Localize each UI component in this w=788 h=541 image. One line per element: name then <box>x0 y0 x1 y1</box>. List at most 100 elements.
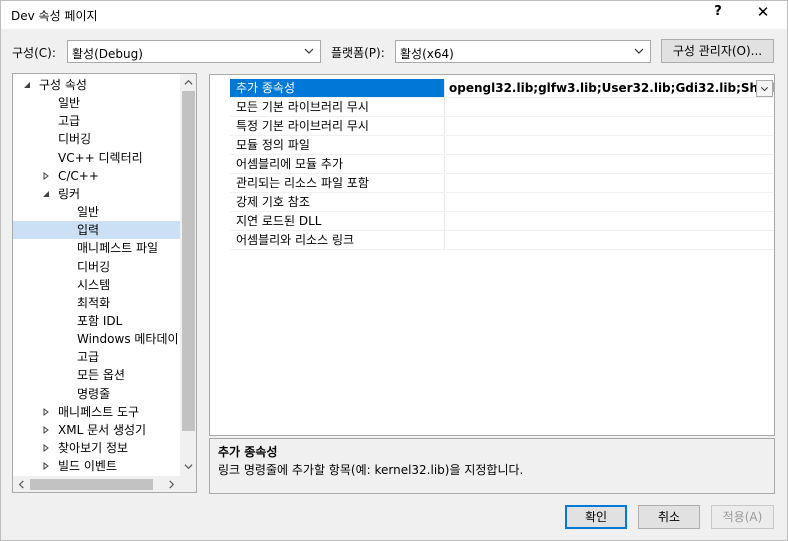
tree-item[interactable]: 고급 <box>13 112 180 130</box>
property-value[interactable] <box>446 136 774 155</box>
tree-item-label: 디버깅 <box>58 132 92 147</box>
scroll-up-icon[interactable] <box>184 78 193 87</box>
tree-item[interactable]: 링커 <box>13 185 180 203</box>
apply-button[interactable]: 적용(A) <box>711 505 774 529</box>
tree-item[interactable]: 명령줄 <box>13 385 180 403</box>
tree-vertical-scrollbar[interactable] <box>180 74 196 476</box>
row-gutter <box>210 212 230 231</box>
scroll-down-icon[interactable] <box>184 462 193 471</box>
property-value[interactable] <box>446 212 774 231</box>
property-name[interactable]: 추가 종속성 <box>230 79 445 98</box>
property-name[interactable]: 모듈 정의 파일 <box>230 136 445 155</box>
tree-item[interactable]: 일반 <box>13 94 180 112</box>
tree-item[interactable]: 고급 <box>13 348 180 366</box>
tree-item-label: 모든 옵션 <box>77 368 125 383</box>
tree-item-label: 고급 <box>58 114 81 129</box>
config-value: 활성(Debug) <box>72 47 143 61</box>
collapsed-arrow-icon[interactable] <box>42 171 50 180</box>
cancel-button[interactable]: 취소 <box>638 505 700 529</box>
tree-item-label: 포함 IDL <box>77 313 123 328</box>
tree-item[interactable]: 매니페스트 파일 <box>13 239 180 257</box>
tree-item[interactable]: 모든 옵션 <box>13 366 180 384</box>
tree-item[interactable]: VC++ 디렉터리 <box>13 149 180 167</box>
title-bar: Dev 속성 페이지 ? ✕ <box>1 1 787 29</box>
config-manager-button[interactable]: 구성 관리자(O)... <box>661 39 774 63</box>
property-value[interactable] <box>446 155 774 174</box>
tree-item[interactable]: 빌드 이벤트 <box>13 457 180 475</box>
scroll-left-icon[interactable] <box>17 480 26 489</box>
property-row[interactable]: 관리되는 리소스 파일 포함 <box>210 174 774 193</box>
scroll-right-icon[interactable] <box>167 480 176 489</box>
tree-item[interactable]: XML 문서 생성기 <box>13 421 180 439</box>
row-gutter <box>210 98 230 117</box>
tree-item[interactable]: 매니페스트 도구 <box>13 403 180 421</box>
tree-item[interactable]: 입력 <box>13 221 180 240</box>
property-name[interactable]: 모든 기본 라이브러리 무시 <box>230 98 445 117</box>
property-row[interactable]: 모든 기본 라이브러리 무시 <box>210 98 774 117</box>
property-row[interactable]: 어셈블리와 리소스 링크 <box>210 231 774 250</box>
config-dropdown[interactable]: 활성(Debug) <box>67 40 321 63</box>
collapsed-arrow-icon[interactable] <box>42 407 50 416</box>
window-title: Dev 속성 페이지 <box>11 9 98 23</box>
tree-item[interactable]: C/C++ <box>13 167 180 185</box>
tree-item-label: 시스템 <box>77 277 111 292</box>
platform-dropdown[interactable]: 활성(x64) <box>395 40 651 63</box>
property-name[interactable]: 특정 기본 라이브러리 무시 <box>230 117 445 136</box>
property-tree: 구성 속성 일반 고급 디버깅 VC++ 디렉터리 C/C++ 링커 일반 입력 매니페스트 파일… <box>12 73 197 493</box>
description-title: 추가 종속성 <box>218 445 278 459</box>
property-value[interactable] <box>446 174 774 193</box>
tree-item[interactable]: 포함 IDL <box>13 312 180 330</box>
collapsed-arrow-icon[interactable] <box>42 425 50 434</box>
tree-item[interactable]: 일반 <box>13 203 180 221</box>
chevron-down-icon <box>760 87 769 92</box>
property-value[interactable] <box>446 98 774 117</box>
tree-item-label: C/C++ <box>58 168 99 183</box>
tree-item[interactable]: 디버깅 <box>13 130 180 148</box>
tree-item[interactable]: 최적화 <box>13 294 180 312</box>
property-value[interactable] <box>446 193 774 212</box>
property-name[interactable]: 어셈블리에 모듈 추가 <box>230 155 445 174</box>
collapsed-arrow-icon[interactable] <box>42 444 50 452</box>
description-text: 링크 명령줄에 추가할 항목(예: kernel32.lib)을 지정합니다. <box>218 463 524 477</box>
property-value[interactable] <box>446 117 774 136</box>
row-gutter <box>210 231 230 250</box>
property-row[interactable]: 강제 기호 참조 <box>210 193 774 212</box>
tree-item[interactable]: 디버깅 <box>13 258 180 276</box>
collapsed-arrow-icon[interactable] <box>42 462 50 471</box>
expanded-arrow-icon[interactable] <box>42 190 50 198</box>
help-button[interactable]: ? <box>707 4 729 24</box>
properties-dialog: Dev 속성 페이지 ? ✕ 구성(C): 활성(Debug) 플랫폼(P): … <box>0 0 788 541</box>
property-name[interactable]: 어셈블리와 리소스 링크 <box>230 231 445 250</box>
property-row[interactable]: 모듈 정의 파일 <box>210 136 774 155</box>
platform-value: 활성(x64) <box>400 47 454 61</box>
expanded-arrow-icon[interactable] <box>23 81 31 89</box>
property-name[interactable]: 지연 로드된 DLL <box>230 212 445 231</box>
tree-item-label: 일반 <box>58 96 81 111</box>
ok-button[interactable]: 확인 <box>565 505 627 529</box>
property-name[interactable]: 관리되는 리소스 파일 포함 <box>230 174 445 193</box>
value-dropdown-button[interactable] <box>756 80 773 97</box>
tree-item-label: 고급 <box>77 350 100 365</box>
tree-item[interactable]: 찾아보기 정보 <box>13 439 180 457</box>
property-name[interactable]: 강제 기호 참조 <box>230 193 445 212</box>
tree-item[interactable]: 구성 속성 <box>13 76 180 94</box>
tree-horizontal-scrollbar[interactable] <box>13 476 180 492</box>
close-button[interactable]: ✕ <box>749 3 777 25</box>
property-row[interactable]: 어셈블리에 모듈 추가 <box>210 155 774 174</box>
property-row[interactable]: 지연 로드된 DLL <box>210 212 774 231</box>
property-value[interactable]: opengl32.lib;glfw3.lib;User32.lib;Gdi32.… <box>446 79 774 98</box>
row-gutter <box>210 136 230 155</box>
row-gutter <box>210 174 230 193</box>
tree-item-label: VC++ 디렉터리 <box>58 150 143 165</box>
tree-vertical-thumb[interactable] <box>182 91 195 431</box>
tree-item[interactable]: 시스템 <box>13 276 180 294</box>
tree-item-label: 빌드 이벤트 <box>58 459 118 474</box>
property-row[interactable]: 특정 기본 라이브러리 무시 <box>210 117 774 136</box>
tree-horizontal-thumb[interactable] <box>30 479 153 490</box>
tree-item-label: 매니페스트 파일 <box>77 241 159 256</box>
tree-item-label: 일반 <box>77 205 100 220</box>
property-row[interactable]: 추가 종속성 opengl32.lib;glfw3.lib;User32.lib;… <box>210 79 774 98</box>
row-gutter <box>210 193 230 212</box>
property-value[interactable] <box>446 231 774 250</box>
tree-item[interactable]: Windows 메타데이 <box>13 330 180 348</box>
